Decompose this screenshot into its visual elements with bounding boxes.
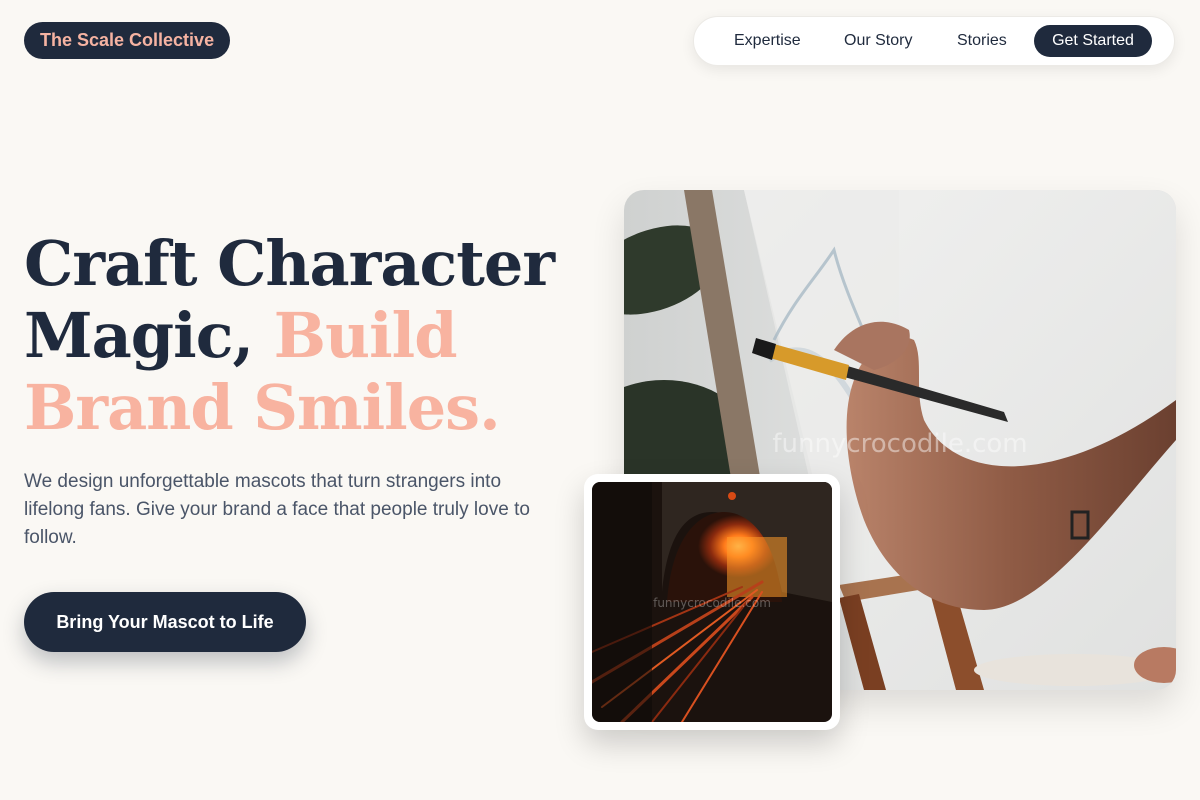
top-nav: Expertise Our Story Stories Get Started (693, 16, 1175, 66)
brand-logo[interactable]: The Scale Collective (24, 22, 231, 59)
furnace-photo: funnycrocodile.com (592, 482, 832, 722)
landing-page: The Scale Collective Expertise Our Story… (0, 0, 1200, 800)
headline-line-3-accent: Brand Smiles. (24, 371, 501, 444)
nav-link-stories[interactable]: Stories (957, 17, 1007, 65)
hero-headline: Craft Character Magic, Build Brand Smiles. (24, 227, 555, 444)
nav-link-expertise[interactable]: Expertise (734, 17, 801, 65)
brand-name: The Scale Collective (40, 30, 215, 50)
get-started-button[interactable]: Get Started (1034, 25, 1152, 57)
hero-subtitle: We design unforgettable mascots that tur… (24, 471, 530, 548)
headline-line-2-dark: Magic, (24, 299, 274, 372)
main-image-watermark: funnycrocodile.com (772, 429, 1027, 459)
headline-line-1: Craft Character (24, 227, 555, 300)
headline-line-2-accent: Build (273, 299, 458, 372)
inset-image-watermark: funnycrocodile.com (653, 596, 771, 610)
furnace-illustration: funnycrocodile.com (592, 482, 832, 722)
nav-link-our-story[interactable]: Our Story (844, 17, 912, 65)
furnace-photo-card: funnycrocodile.com (584, 474, 840, 730)
bring-mascot-to-life-button[interactable]: Bring Your Mascot to Life (24, 592, 306, 652)
